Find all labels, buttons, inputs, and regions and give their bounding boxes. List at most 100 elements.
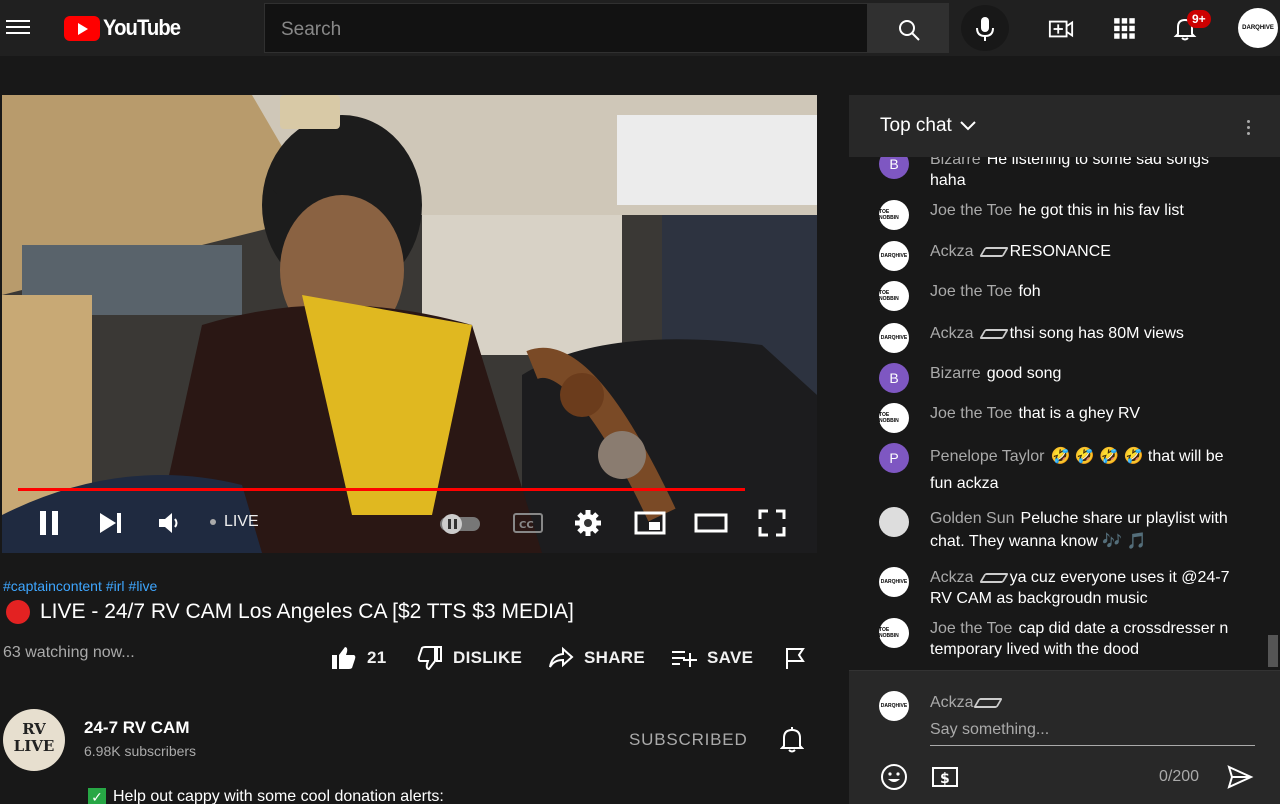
message-author[interactable]: Joe the Toe xyxy=(930,283,1012,300)
author-avatar[interactable]: TOE NOBBIN xyxy=(879,403,909,433)
description-line: ✓ Help out cappy with some cool donation… xyxy=(88,788,444,804)
microphone-icon xyxy=(976,17,994,41)
chat-message-input[interactable]: Say something... xyxy=(930,721,1255,746)
channel-name[interactable]: 24-7 RV CAM xyxy=(84,718,190,738)
author-avatar[interactable]: DARQHIVE xyxy=(879,323,909,353)
chat-message: DARQHIVE Ackza RESONANCE xyxy=(879,241,1230,271)
captions-icon[interactable]: CC xyxy=(512,509,544,537)
message-author[interactable]: Joe the Toe xyxy=(930,405,1012,422)
like-button[interactable]: 21 xyxy=(331,644,387,672)
super-chat-dollar-icon[interactable]: $ xyxy=(931,763,959,791)
search-input[interactable]: Search xyxy=(264,3,868,53)
chat-message: TOE NOBBIN Joe the Toe he got this in his… xyxy=(879,200,1230,230)
video-player[interactable]: LIVE CC xyxy=(2,95,817,553)
search-button[interactable] xyxy=(868,3,949,53)
moderator-badge-icon xyxy=(978,572,1009,583)
save-label: SAVE xyxy=(707,648,754,667)
check-mark-icon: ✓ xyxy=(88,788,106,804)
author-avatar[interactable]: DARQHIVE xyxy=(879,241,909,271)
current-user-name: Ackza xyxy=(930,694,1004,712)
message-author[interactable]: Joe the Toe xyxy=(930,620,1012,637)
emoji-icon[interactable] xyxy=(880,763,908,791)
share-label: SHARE xyxy=(584,648,646,667)
message-author[interactable]: Ackza xyxy=(930,325,974,342)
message-author[interactable]: Joe the Toe xyxy=(930,202,1012,219)
author-avatar[interactable]: B xyxy=(879,363,909,393)
create-video-icon[interactable] xyxy=(1048,16,1074,42)
thumbs-down-icon xyxy=(417,646,442,671)
chat-message: Golden Sun Peluche share ur playlist with… xyxy=(879,507,1230,553)
author-avatar[interactable]: TOE NOBBIN xyxy=(879,281,909,311)
live-red-circle-icon xyxy=(6,600,30,624)
account-avatar[interactable]: DARQHIVE xyxy=(1238,8,1278,48)
video-title: LIVE - 24/7 RV CAM Los Angeles CA [$2 TT… xyxy=(40,600,574,623)
character-counter: 0/200 xyxy=(1159,768,1200,785)
chat-message: P Penelope Taylor 🤣 🤣 🤣 🤣 that will be fu… xyxy=(879,443,1230,497)
subscriber-count: 6.98K subscribers xyxy=(84,743,197,759)
video-title-row: LIVE - 24/7 RV CAM Los Angeles CA [$2 TT… xyxy=(6,600,574,624)
send-icon[interactable] xyxy=(1226,763,1254,791)
chat-messages-list[interactable]: B Bizarre He listening to some sad songs … xyxy=(849,157,1268,732)
message-author[interactable]: Bizarre xyxy=(930,365,981,382)
save-button[interactable]: SAVE xyxy=(671,644,753,672)
next-icon[interactable] xyxy=(98,509,124,537)
hamburger-menu-icon[interactable] xyxy=(6,16,30,40)
progress-bar[interactable] xyxy=(18,488,745,491)
message-text: good song xyxy=(986,365,1062,382)
volume-icon[interactable] xyxy=(157,509,181,537)
autoplay-toggle-icon[interactable] xyxy=(438,509,482,537)
chat-mode-selector[interactable]: Top chat xyxy=(880,115,976,137)
message-text: thsi song has 80M views xyxy=(1009,325,1184,342)
voice-search-button[interactable] xyxy=(961,5,1009,51)
playlist-add-icon xyxy=(672,651,697,667)
author-avatar[interactable]: TOE NOBBIN xyxy=(879,618,909,648)
message-author[interactable]: Ackza xyxy=(930,243,974,260)
chat-scrollbar[interactable] xyxy=(1268,635,1278,667)
video-frame xyxy=(2,95,817,553)
chat-message: TOE NOBBIN Joe the Toe that is a ghey RV xyxy=(879,403,1230,433)
channel-avatar-text: RV LIVE xyxy=(13,720,55,755)
chat-message: DARQHIVE Ackza thsi song has 80M views xyxy=(879,323,1230,353)
description-text: Help out cappy with some cool donation a… xyxy=(113,788,444,804)
message-author[interactable]: Ackza xyxy=(930,569,974,586)
hashtag-link[interactable]: #irl xyxy=(106,578,125,594)
moderator-badge-icon xyxy=(978,246,1009,257)
author-avatar[interactable]: DARQHIVE xyxy=(879,567,909,597)
chat-input-placeholder: Say something... xyxy=(930,721,1050,738)
miniplayer-icon[interactable] xyxy=(634,509,666,537)
author-avatar[interactable]: B xyxy=(879,157,909,179)
report-flag-icon[interactable] xyxy=(783,646,807,670)
live-label[interactable]: LIVE xyxy=(224,513,259,531)
like-count: 21 xyxy=(367,648,387,667)
chevron-down-icon xyxy=(960,121,976,131)
author-avatar[interactable] xyxy=(879,507,909,537)
hashtag-link[interactable]: #live xyxy=(129,578,158,594)
notification-bell-icon[interactable] xyxy=(780,726,804,754)
message-text: that is a ghey RV xyxy=(1018,405,1140,422)
share-button[interactable]: SHARE xyxy=(548,644,645,672)
message-author[interactable]: Bizarre xyxy=(930,157,981,168)
settings-gear-icon[interactable] xyxy=(574,509,602,537)
subscribed-button[interactable]: SUBSCRIBED xyxy=(629,730,748,750)
message-author[interactable]: Golden Sun xyxy=(930,510,1015,527)
share-icon xyxy=(549,646,574,668)
more-options-icon[interactable] xyxy=(1247,117,1250,138)
author-avatar[interactable]: P xyxy=(879,443,909,473)
message-author[interactable]: Penelope Taylor xyxy=(930,448,1044,465)
chat-message: DARQHIVE Ackza ya cuz everyone uses it @2… xyxy=(879,567,1230,609)
apps-grid-icon[interactable] xyxy=(1112,16,1138,42)
live-chat-panel: Top chat B Bizarre He listening to some s… xyxy=(849,95,1280,804)
fullscreen-icon[interactable] xyxy=(758,509,786,537)
chat-message: B Bizarre good song xyxy=(879,363,1230,393)
author-avatar[interactable]: TOE NOBBIN xyxy=(879,200,909,230)
chat-header: Top chat xyxy=(849,95,1280,157)
chat-message: TOE NOBBIN Joe the Toe cap did date a cro… xyxy=(879,618,1230,660)
hashtag-link[interactable]: #captaincontent xyxy=(3,578,102,594)
chat-message: B Bizarre He listening to some sad songs … xyxy=(879,157,1230,191)
thumbs-up-icon xyxy=(332,647,356,669)
channel-avatar[interactable]: RV LIVE xyxy=(3,709,65,771)
dislike-button[interactable]: DISLIKE xyxy=(417,644,522,672)
pause-icon[interactable] xyxy=(38,509,62,537)
theater-mode-icon[interactable] xyxy=(694,509,728,537)
youtube-logo[interactable]: YouTube xyxy=(64,15,187,41)
